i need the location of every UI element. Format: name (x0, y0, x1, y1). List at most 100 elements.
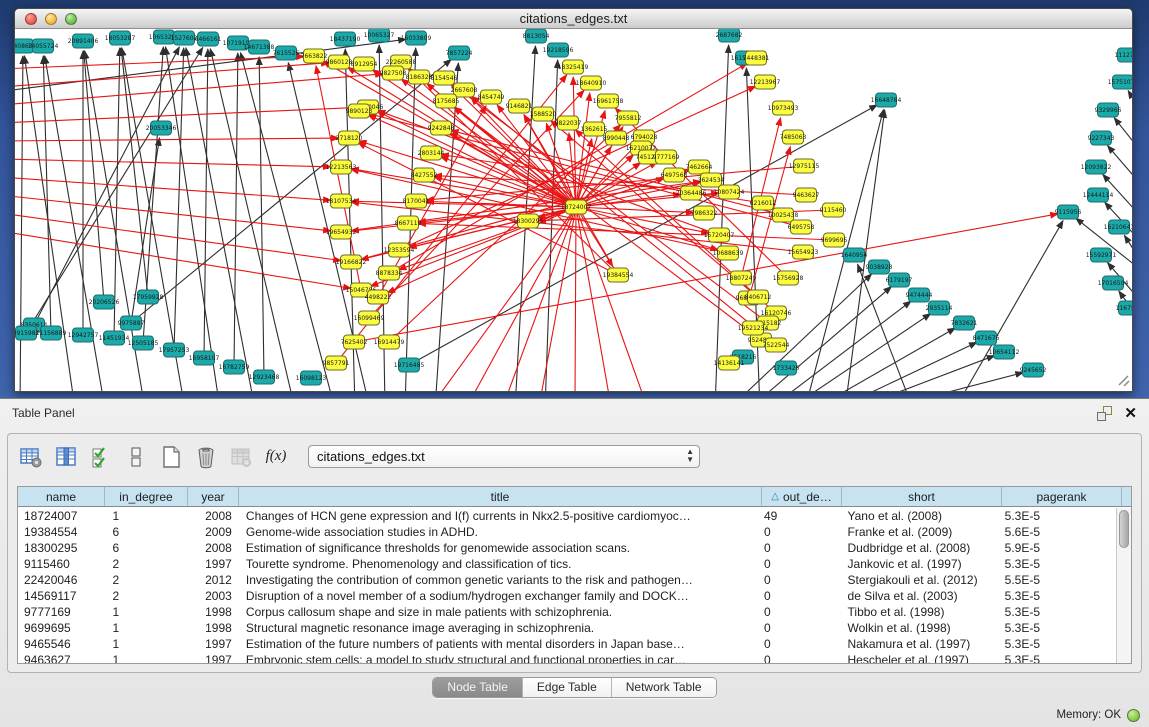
graph-node[interactable]: 16648784 (871, 93, 902, 107)
graph-node[interactable]: 16914479 (374, 335, 405, 349)
graph-node[interactable]: 9227343 (1088, 131, 1115, 145)
graph-node[interactable]: 16958107 (189, 351, 220, 365)
graph-node[interactable]: 12213967 (750, 75, 781, 89)
column-header-in_degree[interactable]: in_degree (105, 487, 188, 506)
graph-node[interactable]: 6216012 (750, 196, 777, 210)
graph-node[interactable]: 12353594 (384, 243, 415, 257)
table-row[interactable]: 911546021997Tourette syndrome. Phenomeno… (18, 556, 1116, 572)
graph-node[interactable]: 6179197 (886, 273, 913, 287)
graph-node[interactable]: 1112734 (1115, 48, 1132, 62)
graph-node[interactable]: 15756928 (773, 271, 804, 285)
graph-node[interactable]: 18325419 (558, 60, 589, 74)
graph-node[interactable]: 7522544 (763, 338, 790, 352)
scrollbar-thumb[interactable] (1119, 510, 1129, 548)
graph-node[interactable]: 19521234 (738, 321, 769, 335)
graph-node[interactable]: 9245652 (1020, 363, 1047, 377)
graph-node[interactable]: 9699695 (821, 233, 848, 247)
graph-node[interactable]: 7485063 (780, 130, 807, 144)
graph-node[interactable]: 8186328 (406, 70, 433, 84)
graph-node[interactable]: 11156889 (36, 326, 67, 340)
column-header-short[interactable]: short (842, 487, 1002, 506)
graph-node[interactable]: 19218596 (543, 43, 574, 57)
graph-node[interactable]: 16210643 (1104, 220, 1132, 234)
graph-node[interactable]: 9827508 (380, 66, 407, 80)
graph-node[interactable]: 18107534 (326, 194, 357, 208)
graph-node[interactable]: 11451934 (99, 331, 130, 345)
graph-node[interactable]: 12942757 (68, 328, 99, 342)
table-scrollbar[interactable] (1116, 508, 1131, 663)
table-row[interactable]: 2242004622012Investigating the contribut… (18, 572, 1116, 588)
close-window-button[interactable] (25, 13, 37, 25)
graph-node[interactable]: 8667110 (395, 216, 422, 230)
graph-node[interactable]: 7615526 (273, 46, 300, 60)
graph-node[interactable]: 10688639 (713, 246, 744, 260)
graph-node[interactable]: 7663822 (301, 49, 328, 63)
graph-node[interactable]: 20364486 (676, 186, 707, 200)
close-panel-icon[interactable]: ✕ (1124, 406, 1137, 421)
column-header-title[interactable]: title (239, 487, 762, 506)
table-row[interactable]: 946554611997Estimation of the future num… (18, 636, 1116, 652)
graph-node[interactable]: 7625402 (341, 335, 368, 349)
graph-node[interactable]: 19166822 (336, 255, 367, 269)
graph-node[interactable]: 16098123 (296, 371, 327, 385)
graph-node[interactable]: 8406712 (745, 290, 772, 304)
graph-node[interactable]: 20891406 (68, 34, 99, 48)
tab-edge-table[interactable]: Edge Table (523, 678, 612, 697)
graph-node[interactable]: 8822037 (555, 116, 582, 130)
graph-node[interactable]: 18437190 (330, 32, 361, 46)
column-header-name[interactable]: name (18, 487, 105, 506)
graph-node[interactable]: 9329966 (1095, 103, 1122, 117)
graph-node[interactable]: 12975115 (789, 159, 820, 173)
graph-node[interactable]: 9975887 (118, 316, 145, 330)
graph-node[interactable]: 6497568 (661, 168, 688, 182)
resize-grip-icon[interactable] (1119, 376, 1129, 386)
graph-node[interactable]: 7832621 (951, 316, 978, 330)
graph-node[interactable]: 15654923 (788, 245, 819, 259)
column-header-pagerank[interactable]: pagerank (1002, 487, 1122, 506)
graph-node[interactable]: 9115956 (1055, 205, 1082, 219)
graph-node[interactable]: 12923468 (249, 370, 280, 384)
graph-node[interactable]: 14055724 (28, 39, 59, 53)
trash-icon[interactable] (193, 444, 219, 470)
graph-node[interactable]: 9038928 (866, 260, 893, 274)
tab-node-table[interactable]: Node Table (433, 678, 523, 697)
graph-node[interactable]: 1733426 (773, 361, 800, 375)
graph-node[interactable]: 14671388 (244, 40, 275, 54)
graph-node[interactable]: 20053346 (146, 121, 177, 135)
zoom-window-button[interactable] (65, 13, 77, 25)
graph-node[interactable]: 18724007 (561, 200, 592, 214)
graph-node[interactable]: 9777169 (653, 150, 680, 164)
graph-node[interactable]: 2687682 (716, 29, 743, 42)
table-row[interactable]: 1456911722003Disruption of a novel membe… (18, 588, 1116, 604)
show-column-icon[interactable] (53, 444, 79, 470)
graph-node[interactable]: 15751074 (1108, 75, 1132, 89)
graph-node[interactable]: 8471676 (973, 331, 1000, 345)
graph-node[interactable]: 15720407 (704, 228, 735, 242)
minimize-window-button[interactable] (45, 13, 57, 25)
graph-node[interactable]: 8454749 (478, 90, 505, 104)
graph-node[interactable]: 2935114 (926, 301, 953, 315)
graph-node[interactable]: 12444114 (1083, 188, 1114, 202)
graph-node[interactable]: 7448381 (743, 51, 770, 65)
graph-node[interactable]: 9860128 (326, 55, 353, 69)
graph-node[interactable]: 9474444 (906, 288, 933, 302)
graph-node[interactable]: 6466161 (195, 32, 222, 46)
new-table-icon[interactable] (158, 444, 184, 470)
graph-node[interactable]: 17957253 (159, 343, 190, 357)
graph-node[interactable]: 8154546 (431, 71, 458, 85)
graph-node[interactable]: 8912954 (351, 57, 378, 71)
column-header-year[interactable]: year (188, 487, 239, 506)
graph-node[interactable]: 16961758 (593, 94, 624, 108)
graph-node[interactable]: 12093822 (1081, 160, 1112, 174)
graph-node[interactable]: 16782759 (219, 360, 250, 374)
table-selector-dropdown[interactable]: citations_edges.txt ▲▼ (308, 445, 700, 468)
select-rows-icon[interactable] (88, 444, 114, 470)
graph-node[interactable]: 18640910 (576, 76, 607, 90)
graph-node[interactable]: 1167531 (1116, 301, 1132, 315)
graph-node[interactable]: 16099469 (354, 311, 385, 325)
graph-node[interactable]: 6495758 (788, 220, 815, 234)
graph-node[interactable]: 20206526 (89, 295, 120, 309)
graph-node[interactable]: 2718120 (336, 131, 363, 145)
table-row[interactable]: 1872400712008Changes of HCN gene express… (18, 508, 1116, 524)
table-settings-icon[interactable] (18, 444, 44, 470)
